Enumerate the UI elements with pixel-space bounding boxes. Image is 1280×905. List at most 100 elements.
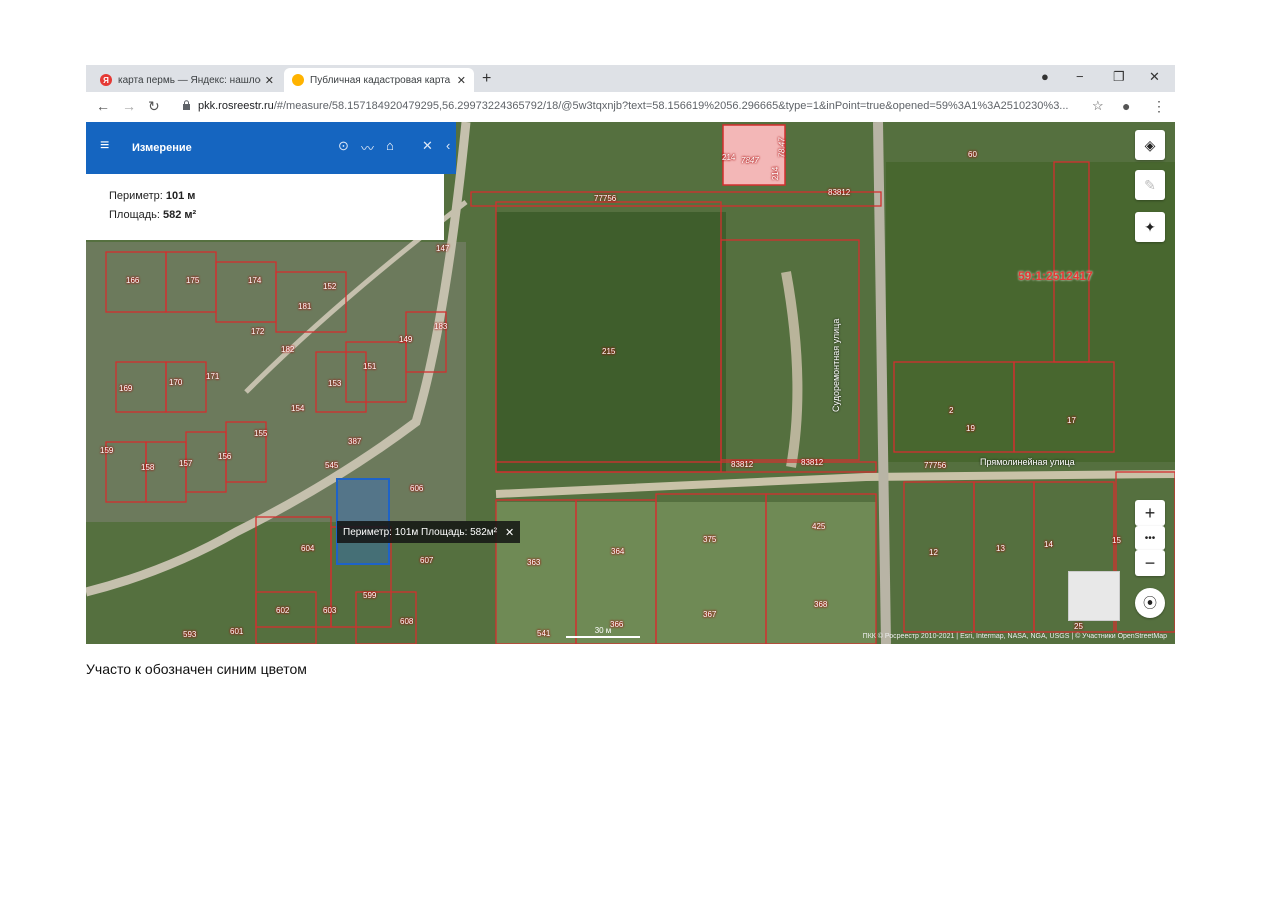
parcel-label: 152 [323, 282, 337, 291]
zoom-in-button[interactable]: + [1135, 500, 1165, 526]
cadastral-block-label: 59:1:2512417 [1018, 269, 1093, 283]
area-row: Площадь: 582 м² [109, 209, 196, 221]
profile-icon[interactable]: ● [1041, 69, 1049, 84]
tab-bar: Я карта пермь — Яндекс: нашлос ✕ Публичн… [86, 65, 1175, 92]
parcel-label: 545 [325, 461, 339, 470]
account-icon[interactable]: ● [1122, 98, 1130, 114]
parcel-label: 607 [420, 556, 434, 565]
tab-title: карта пермь — Яндекс: нашлос [118, 74, 261, 86]
parcel-label: 601 [230, 627, 244, 636]
parcel-label: 183 [434, 322, 448, 331]
hamburger-menu-icon[interactable]: ≡ [100, 137, 109, 155]
parcel-label: 13 [996, 544, 1005, 553]
street-label: Прямолинейная улица [980, 457, 1075, 467]
caption: Участо к обозначен синим цветом [86, 661, 307, 677]
parcel-label: 214 [771, 166, 781, 181]
line-measure-icon[interactable]: 〰 [361, 138, 374, 157]
url-field[interactable]: pkk.rosreestr.ru/#/measure/58.1571849204… [198, 100, 1068, 112]
parcel-label: 169 [119, 384, 133, 393]
measure-panel-header: ≡ Измерение ⊙ 〰 ⌂ ✕ ‹ [86, 122, 456, 174]
tab-yandex[interactable]: Я карта пермь — Яндекс: нашлос ✕ [92, 68, 282, 92]
road-label: 77756 [594, 194, 617, 203]
parcel-label: 7847 [741, 156, 759, 165]
parcel-label: 608 [400, 617, 414, 626]
parcel-label: 157 [179, 459, 193, 468]
perimeter-value: 101 м [165, 190, 196, 202]
locate-icon[interactable]: ✦ [1135, 212, 1165, 242]
parcel-label: 387 [348, 437, 362, 446]
tab-rosreestr[interactable]: Публичная кадастровая карта ✕ [284, 68, 474, 92]
street-label: Судоремонтная улица [831, 318, 841, 412]
collapse-panel-icon[interactable]: ‹ [446, 138, 450, 153]
back-icon[interactable]: ← [96, 98, 110, 114]
parcel-label: 60 [968, 150, 977, 159]
tab-title: Публичная кадастровая карта [310, 74, 451, 86]
parcel-label: 604 [301, 544, 315, 553]
scale-line [566, 636, 640, 638]
layers-icon[interactable]: ◈ [1135, 130, 1165, 160]
tooltip-close-icon[interactable]: ✕ [505, 526, 514, 539]
tab-close-icon[interactable]: ✕ [457, 74, 466, 87]
parcel-label: 153 [328, 379, 342, 388]
map-attribution: ПКК © Росреестр 2010-2021 | Esri, Interm… [862, 633, 1167, 640]
address-bar: ← → ↻ pkk.rosreestr.ru/#/measure/58.1571… [86, 92, 1175, 123]
parcel-label: 541 [537, 629, 551, 638]
area-measure-icon[interactable]: ⌂ [386, 138, 394, 153]
parcel-label: 149 [399, 335, 413, 344]
parcel-label: 364 [611, 547, 625, 556]
parcel-label: 367 [703, 610, 717, 619]
parcel-label: 599 [363, 591, 377, 600]
cadastral-map[interactable]: 60 147 166 175 174 152 181 183 172 182 1… [86, 122, 1175, 644]
browser-window: Я карта пермь — Яндекс: нашлос ✕ Публичн… [86, 65, 1175, 644]
parcel-label: 363 [527, 558, 541, 567]
road-label: 77756 [924, 461, 947, 470]
minimap[interactable] [1068, 571, 1120, 621]
parcel-label: 166 [126, 276, 140, 285]
parcel-label: 603 [323, 606, 337, 615]
parcel-label: 151 [363, 362, 377, 371]
perimeter-label: Периметр: [109, 190, 163, 202]
parcel-label: 154 [291, 404, 305, 413]
tab-close-icon[interactable]: ✕ [265, 74, 274, 87]
parcel-label: 12 [929, 548, 938, 557]
compass-icon[interactable]: ⦿ [1135, 588, 1165, 618]
url-path: /#/measure/58.157184920479295,56.2997322… [273, 100, 1069, 112]
parcel-label: 171 [206, 372, 220, 381]
measure-tooltip: Периметр: 101м Площадь: 582м² ✕ [337, 521, 520, 543]
restore-icon[interactable]: ❐ [1113, 69, 1125, 85]
parcel-label: 175 [186, 276, 200, 285]
parcel-label: 602 [276, 606, 290, 615]
forward-icon[interactable]: → [122, 98, 136, 114]
parcel-label: 15 [1112, 536, 1121, 545]
panel-title: Измерение [132, 142, 192, 154]
lock-icon [183, 100, 190, 110]
close-panel-icon[interactable]: ✕ [422, 138, 433, 154]
parcel-label: 155 [254, 429, 268, 438]
parcel-label: 19 [966, 424, 975, 433]
ruler-icon[interactable]: ✎ [1135, 170, 1165, 200]
parcel-label: 147 [436, 244, 450, 253]
menu-kebab-icon[interactable]: ⋮ [1152, 98, 1166, 115]
parcel-label: 593 [183, 630, 197, 639]
zoom-out-button[interactable]: − [1135, 550, 1165, 576]
parcel-label: 375 [703, 535, 717, 544]
yandex-icon: Я [100, 74, 112, 86]
parcel-label: 181 [298, 302, 312, 311]
parcel-label: 170 [169, 378, 183, 387]
parcel-label: 182 [281, 345, 295, 354]
parcel-label: 78.47 [777, 137, 787, 158]
parcel-label: 425 [812, 522, 826, 531]
close-window-icon[interactable]: ✕ [1149, 69, 1160, 85]
zoom-more-button[interactable]: ••• [1135, 526, 1165, 550]
parcel-label: 214 [722, 153, 736, 162]
parcel-label: 172 [251, 327, 265, 336]
bookmark-star-icon[interactable]: ☆ [1092, 98, 1104, 114]
road-label: 83812 [801, 458, 824, 467]
scale-label: 30 м [594, 626, 612, 635]
new-tab-button[interactable]: + [482, 70, 491, 88]
parcel-label: 159 [100, 446, 114, 455]
reload-icon[interactable]: ↻ [148, 98, 160, 115]
road-label: 83812 [731, 460, 754, 469]
point-measure-icon[interactable]: ⊙ [338, 138, 349, 154]
minimize-icon[interactable]: − [1076, 69, 1084, 84]
